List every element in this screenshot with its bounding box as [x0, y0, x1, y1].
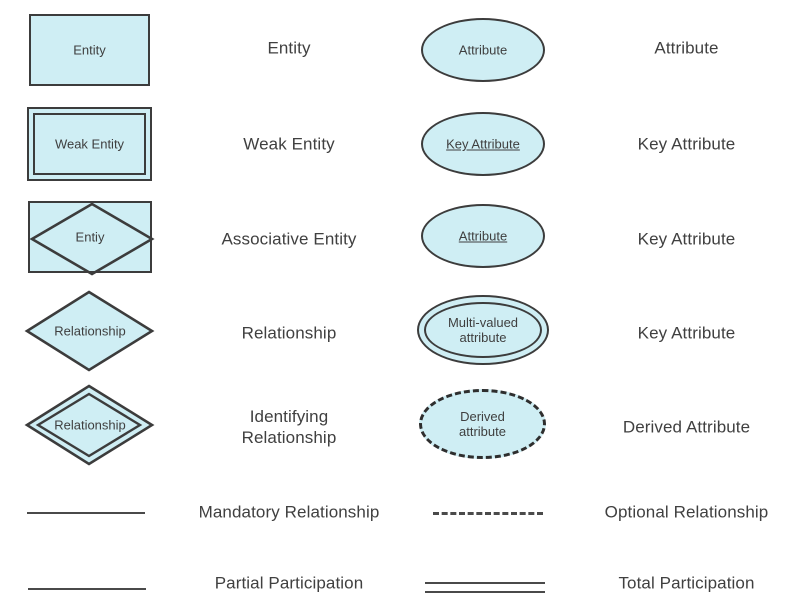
key-attribute-shape-label: Key Attribute — [446, 136, 520, 152]
label-cell-key-attribute: Key Attribute — [588, 96, 785, 192]
weak-entity-label: Weak Entity — [243, 134, 335, 154]
identifying-relationship-label: Identifying Relationship — [241, 407, 337, 447]
attribute-label: Attribute — [654, 38, 719, 58]
weak-entity-shape-label: Weak Entity — [54, 136, 125, 152]
label-cell-attribute: Attribute — [588, 0, 785, 96]
optional-relationship-dashed-line-shape — [433, 512, 543, 515]
attribute-ellipse-shape: Attribute — [421, 18, 545, 82]
key-attribute-ellipse-shape-2: Attribute — [421, 204, 545, 268]
multivalued-attribute-label: Key Attribute — [637, 323, 736, 343]
multivalued-attribute-inner-ellipse-shape: Multi-valued attribute — [424, 302, 542, 358]
symbol-cell-partial-participation — [0, 550, 180, 615]
entity-label: Entity — [267, 38, 311, 58]
symbol-cell-key-attribute-2: Attribute — [398, 192, 588, 286]
label-cell-optional-relationship: Optional Relationship — [588, 474, 785, 550]
symbol-cell-multivalued-attribute: Multi-valued attribute — [398, 286, 588, 380]
weak-entity-inner-rectangle-shape: Weak Entity — [33, 113, 146, 175]
label-cell-key-attribute-2: Key Attribute — [588, 192, 785, 286]
associative-entity-diamond-overlay — [29, 202, 155, 276]
key-attribute-label: Key Attribute — [637, 134, 736, 154]
symbol-cell-associative-entity: Entiy — [0, 192, 180, 286]
attribute-shape-label: Attribute — [458, 42, 508, 58]
symbol-cell-total-participation — [398, 550, 588, 615]
partial-participation-label: Partial Participation — [214, 573, 364, 592]
legend-row: Relationship Identifying Relationship De… — [0, 380, 785, 474]
label-cell-derived-attribute: Derived Attribute — [588, 380, 785, 474]
symbol-cell-identifying-relationship: Relationship — [0, 380, 180, 474]
legend-row: Relationship Relationship Multi-valued a… — [0, 286, 785, 380]
legend-row: Weak Entity Weak Entity Key Attribute Ke… — [0, 96, 785, 192]
legend-row: Mandatory Relationship Optional Relation… — [0, 474, 785, 550]
derived-attribute-shape-label: Derived attribute — [459, 409, 506, 439]
total-participation-line-bottom-shape — [425, 591, 545, 593]
total-participation-line-top-shape — [425, 582, 545, 584]
multivalued-attribute-shape-label: Multi-valued attribute — [447, 315, 519, 345]
symbol-cell-derived-attribute: Derived attribute — [398, 380, 588, 474]
label-cell-mandatory-relationship: Mandatory Relationship — [180, 474, 398, 550]
label-cell-relationship: Relationship — [180, 286, 398, 380]
label-cell-identifying-relationship: Identifying Relationship — [180, 380, 398, 474]
symbol-cell-relationship: Relationship — [0, 286, 180, 380]
relationship-diamond-shape — [24, 290, 155, 372]
label-cell-associative-entity: Associative Entity — [180, 192, 398, 286]
partial-participation-line-shape — [28, 588, 146, 590]
relationship-label: Relationship — [241, 323, 337, 343]
key-attribute-label-2: Key Attribute — [637, 229, 736, 249]
associative-entity-rectangle-shape: Entiy — [28, 201, 155, 276]
symbol-cell-optional-relationship — [398, 474, 588, 550]
label-cell-entity: Entity — [180, 0, 398, 96]
legend-row: Entity Entity Attribute Attribute — [0, 0, 785, 96]
label-cell-partial-participation: Partial Participation — [180, 550, 398, 615]
derived-attribute-label: Derived Attribute — [622, 417, 751, 437]
legend-row: Partial Participation Total Participatio… — [0, 550, 785, 615]
mandatory-relationship-label: Mandatory Relationship — [198, 502, 380, 522]
associative-entity-label: Associative Entity — [221, 229, 357, 249]
key-attribute-shape-label-2: Attribute — [458, 228, 508, 244]
identifying-relationship-double-diamond-shape — [24, 384, 155, 466]
key-attribute-ellipse-shape: Key Attribute — [421, 112, 545, 176]
symbol-cell-weak-entity: Weak Entity — [0, 96, 180, 192]
label-cell-weak-entity: Weak Entity — [180, 96, 398, 192]
legend-row: Entiy Associative Entity Attribute Key A… — [0, 192, 785, 286]
entity-rectangle-shape: Entity — [29, 14, 150, 86]
symbol-cell-key-attribute: Key Attribute — [398, 96, 588, 192]
symbol-cell-mandatory-relationship — [0, 474, 180, 550]
label-cell-multivalued-attribute: Key Attribute — [588, 286, 785, 380]
er-notation-legend: Entity Entity Attribute Attribute Weak E… — [0, 0, 785, 615]
symbol-cell-entity: Entity — [0, 0, 180, 96]
label-cell-total-participation: Total Participation — [588, 550, 785, 615]
entity-shape-label: Entity — [73, 42, 106, 58]
derived-attribute-dashed-ellipse-shape: Derived attribute — [419, 389, 546, 459]
optional-relationship-label: Optional Relationship — [604, 502, 769, 522]
multivalued-attribute-outer-ellipse-shape: Multi-valued attribute — [417, 295, 549, 365]
mandatory-relationship-line-shape — [27, 512, 145, 514]
weak-entity-outer-rectangle-shape: Weak Entity — [27, 107, 152, 181]
total-participation-label: Total Participation — [618, 573, 755, 592]
symbol-cell-attribute: Attribute — [398, 0, 588, 96]
